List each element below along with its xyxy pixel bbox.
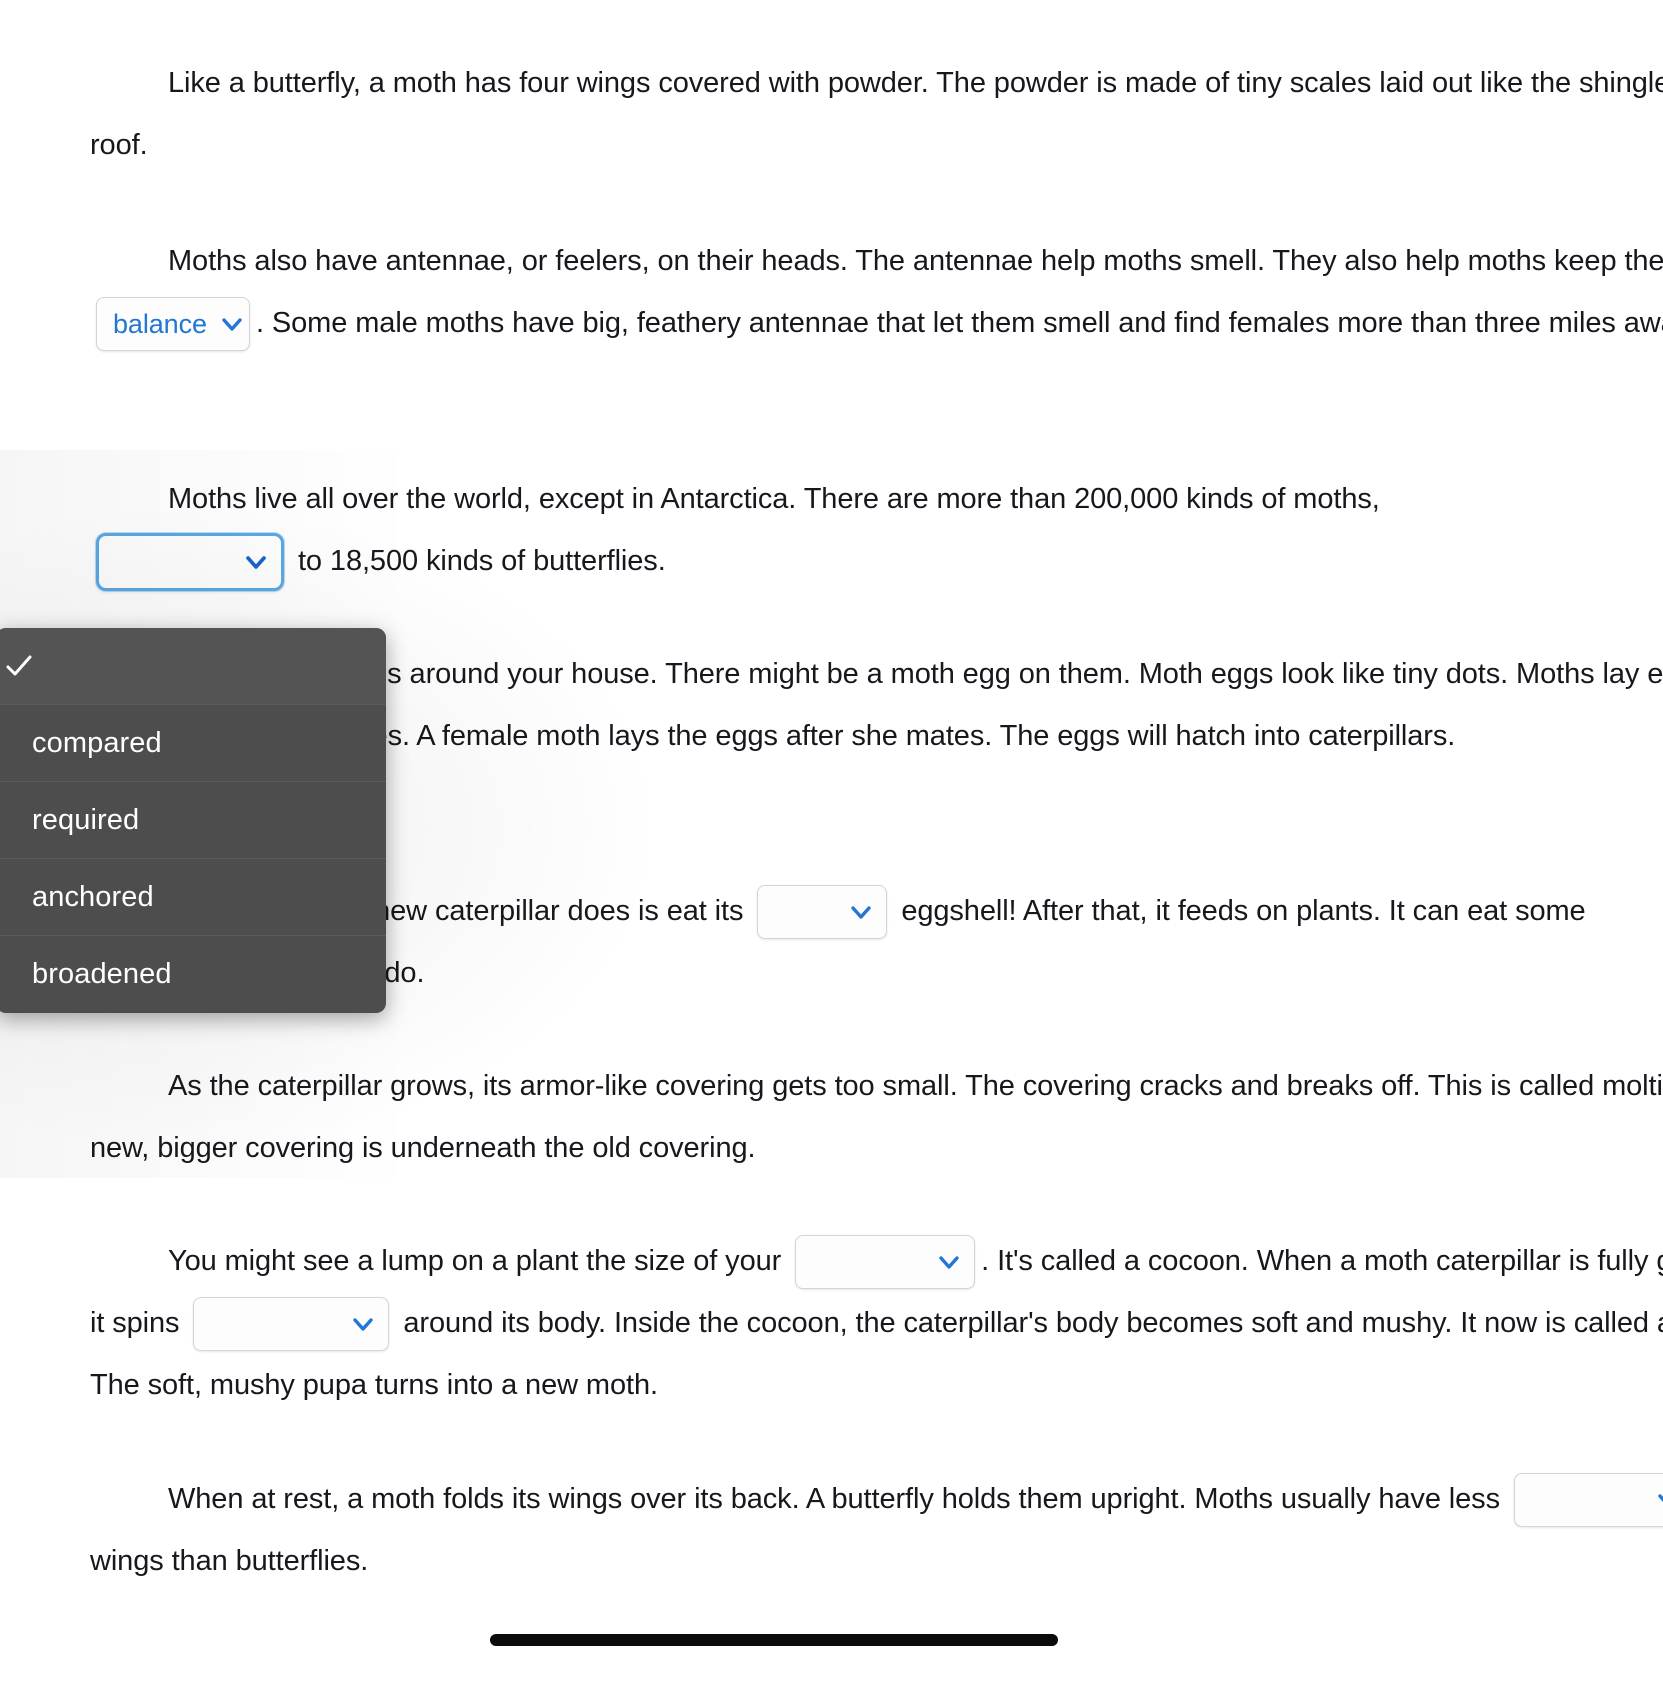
antennae-balance-value: balance bbox=[113, 308, 207, 339]
paragraph-2: Moths also have antennae, or feelers, on… bbox=[0, 230, 1663, 354]
antennae-balance-select[interactable]: balance bbox=[96, 297, 250, 352]
paragraph-7: You might see a lump on a plant the size… bbox=[0, 1230, 1663, 1416]
paragraph-3: Moths live all over the world, except in… bbox=[0, 468, 1663, 592]
dropdown-option-label: compared bbox=[32, 726, 162, 759]
dropdown-option-required[interactable]: required bbox=[0, 782, 386, 859]
dropdown-option-broadened[interactable]: broadened bbox=[0, 936, 386, 1013]
dropdown-option-label: required bbox=[32, 803, 140, 836]
select-options-dropdown[interactable]: compared required anchored broadened bbox=[0, 628, 386, 1013]
paragraph-6: As the caterpillar grows, its armor-like… bbox=[0, 1055, 1663, 1179]
cocoon-size-select[interactable] bbox=[795, 1235, 976, 1290]
paragraph-2-lead-text: Moths also have antennae, or feelers, on… bbox=[168, 245, 1663, 277]
chevron-down-icon bbox=[1655, 1487, 1663, 1513]
paragraph-5-mid-text: eggshell! After that, it feeds on plants… bbox=[901, 895, 1586, 927]
moth-count-comparison-select[interactable] bbox=[96, 533, 284, 592]
cocoon-spins-select[interactable] bbox=[193, 1297, 390, 1352]
chevron-down-icon bbox=[936, 1249, 962, 1275]
dropdown-option-label: anchored bbox=[32, 880, 154, 913]
dropdown-option-anchored[interactable]: anchored bbox=[0, 859, 386, 936]
paragraph-8: When at rest, a moth folds its wings ove… bbox=[0, 1468, 1663, 1592]
chevron-down-icon bbox=[243, 549, 269, 575]
eggshell-select[interactable] bbox=[757, 885, 888, 940]
paragraph-1: Like a butterfly, a moth has four wings … bbox=[0, 52, 1663, 176]
paragraph-8-lead-text: When at rest, a moth folds its wings ove… bbox=[168, 1483, 1500, 1515]
chevron-down-icon bbox=[219, 311, 245, 337]
paragraph-6-text: As the caterpillar grows, its armor-like… bbox=[90, 1070, 1663, 1164]
dropdown-option-blank[interactable] bbox=[0, 628, 386, 705]
paragraph-2-after-text: . Some male moths have big, feathery ant… bbox=[256, 307, 1663, 339]
paragraph-8-after-text: wings than butterflies. bbox=[90, 1545, 369, 1577]
paragraph-3-lead-text: Moths live all over the world, except in… bbox=[168, 483, 1380, 515]
chevron-down-icon bbox=[848, 899, 874, 925]
dropdown-option-compared[interactable]: compared bbox=[0, 705, 386, 782]
dropdown-option-label: broadened bbox=[32, 958, 172, 990]
chevron-down-icon bbox=[350, 1311, 376, 1337]
paragraph-7-lead-text: You might see a lump on a plant the size… bbox=[168, 1245, 782, 1277]
wings-select[interactable] bbox=[1513, 1473, 1663, 1528]
horizontal-scrollbar[interactable] bbox=[490, 1634, 1058, 1646]
check-icon bbox=[2, 649, 36, 683]
paragraph-3-after-text: to 18,500 kinds of butterflies. bbox=[297, 545, 666, 577]
paragraph-1-text: Like a butterfly, a moth has four wings … bbox=[90, 67, 1663, 161]
